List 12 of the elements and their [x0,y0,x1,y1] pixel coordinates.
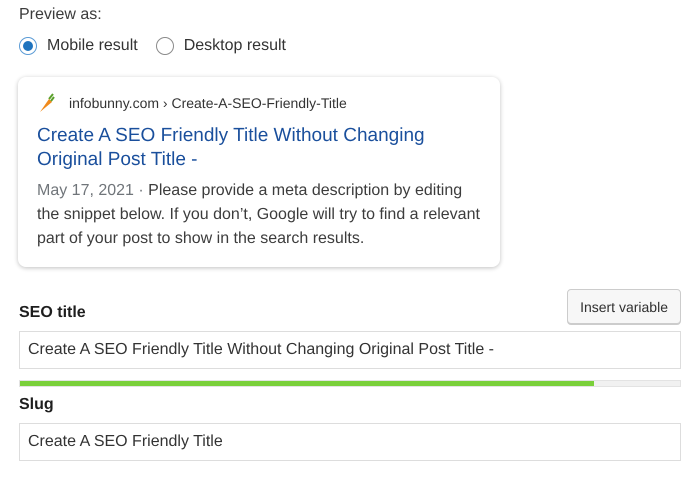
radio-option[interactable]: Mobile result [19,37,138,55]
radio-option[interactable]: Desktop result [156,37,286,55]
field-label: SEO title [19,304,86,323]
field-label: Slug [19,396,55,415]
result-description: May 17, 2021 · Please provide a meta description by editing the snippet below. If you don’t, Google will try to find a relevant part of your post to show in the search results. [37,181,480,249]
input-field[interactable]: Create A SEO Friendly Title Without Changing Original Post Title - [19,331,681,369]
carrot-icon [37,93,55,113]
breadcrumb-url: infobunny.com › Create-A-SEO-Friendly-Title [69,95,347,111]
insert-variable-button[interactable]: Insert variable [567,289,681,324]
result-title-link[interactable]: Create A SEO Friendly Title Without Changing Original Post Title - [37,124,480,172]
preview-label: Preview as: [19,6,103,24]
input-field[interactable]: Create A SEO Friendly Title [19,423,681,461]
